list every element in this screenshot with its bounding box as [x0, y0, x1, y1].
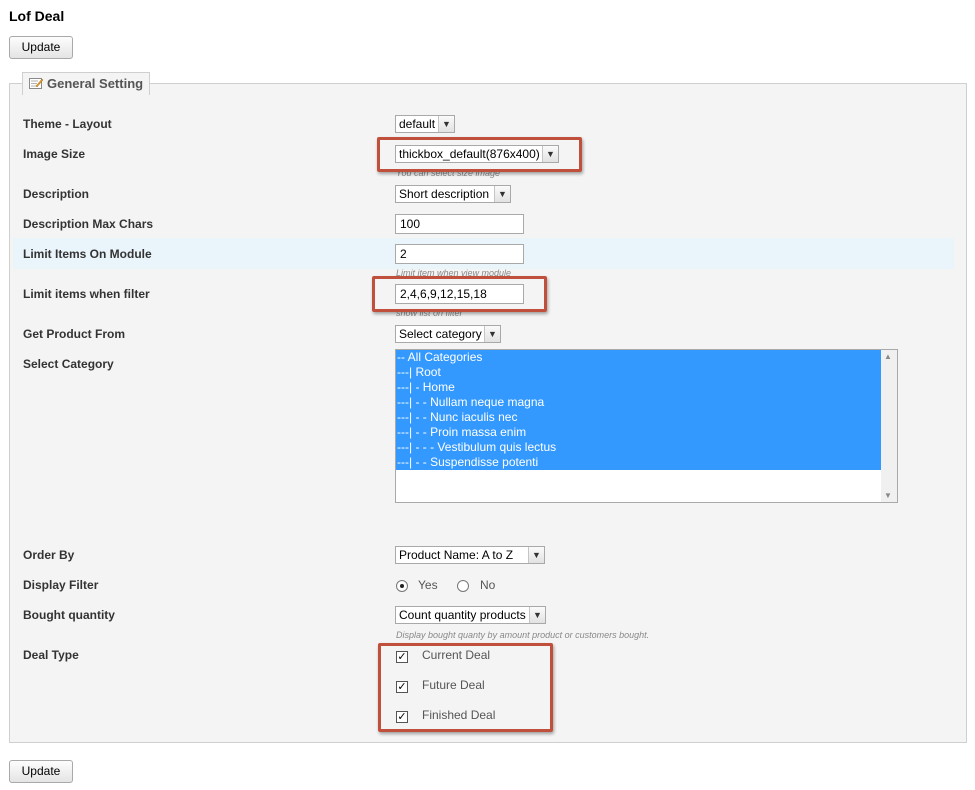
bought-quantity-value: Count quantity products: [399, 608, 526, 622]
scroll-up-icon[interactable]: ▲: [884, 352, 892, 361]
annotation-box-limit-filter: [372, 276, 547, 312]
chevron-down-icon: ▼: [438, 116, 454, 132]
display-filter-label: Display Filter: [23, 578, 99, 592]
bought-quantity-hint: Display bought quanty by amount product …: [396, 630, 650, 640]
category-option[interactable]: -- All Categories: [396, 350, 881, 365]
listbox-scrollbar[interactable]: ▲ ▼: [881, 350, 897, 502]
theme-layout-value: default: [399, 117, 436, 131]
limit-items-filter-label: Limit items when filter: [23, 287, 150, 301]
order-by-value: Product Name: A to Z: [399, 548, 514, 562]
category-option[interactable]: ---| - - Suspendisse potenti: [396, 455, 881, 470]
display-filter-no-label: No: [480, 578, 496, 592]
category-option[interactable]: ---| - - - Vestibulum quis lectus: [396, 440, 881, 455]
category-listbox[interactable]: -- All Categories ---| Root ---| - Home …: [395, 349, 898, 503]
theme-layout-label: Theme - Layout: [23, 117, 112, 131]
select-category-label: Select Category: [23, 357, 114, 371]
description-max-chars-label: Description Max Chars: [23, 217, 154, 231]
order-by-select[interactable]: Product Name: A to Z ▼: [395, 546, 545, 564]
page-title: Lof Deal: [9, 8, 65, 24]
category-option[interactable]: ---| - Home: [396, 380, 881, 395]
general-setting-legend: General Setting: [22, 72, 151, 95]
description-value: Short description: [399, 187, 490, 201]
chevron-down-icon: ▼: [484, 326, 500, 342]
display-filter-no-radio[interactable]: [457, 580, 469, 592]
annotation-box-deal-type: [378, 643, 553, 732]
deal-type-label: Deal Type: [23, 648, 79, 662]
update-button-top[interactable]: Update: [9, 36, 73, 59]
get-product-from-select[interactable]: Select category ▼: [395, 325, 501, 343]
description-label: Description: [23, 187, 90, 201]
legend-text: General Setting: [47, 76, 144, 91]
description-select[interactable]: Short description ▼: [395, 185, 511, 203]
edit-icon: [29, 74, 44, 89]
get-product-from-label: Get Product From: [23, 327, 126, 341]
category-option[interactable]: ---| - - Nunc iaculis nec: [396, 410, 881, 425]
limit-items-module-input[interactable]: 2: [395, 244, 524, 264]
chevron-down-icon: ▼: [529, 607, 545, 623]
get-product-from-value: Select category: [399, 327, 482, 341]
order-by-label: Order By: [23, 548, 75, 562]
display-filter-yes-radio[interactable]: [396, 580, 408, 592]
category-option[interactable]: ---| Root: [396, 365, 881, 380]
display-filter-yes-label: Yes: [418, 578, 438, 592]
category-option[interactable]: ---| - - Nullam neque magna: [396, 395, 881, 410]
description-max-chars-input[interactable]: 100: [395, 214, 524, 234]
scroll-down-icon[interactable]: ▼: [884, 491, 892, 500]
limit-items-module-label: Limit Items On Module: [23, 247, 152, 261]
update-button-bottom[interactable]: Update: [9, 760, 73, 783]
bought-quantity-label: Bought quantity: [23, 608, 115, 622]
theme-layout-select[interactable]: default ▼: [395, 115, 455, 133]
chevron-down-icon: ▼: [494, 186, 510, 202]
category-option[interactable]: ---| - - Proin massa enim: [396, 425, 881, 440]
annotation-box-image-size: [377, 137, 582, 172]
bought-quantity-select[interactable]: Count quantity products ▼: [395, 606, 546, 624]
chevron-down-icon: ▼: [528, 547, 544, 563]
image-size-label: Image Size: [23, 147, 86, 161]
